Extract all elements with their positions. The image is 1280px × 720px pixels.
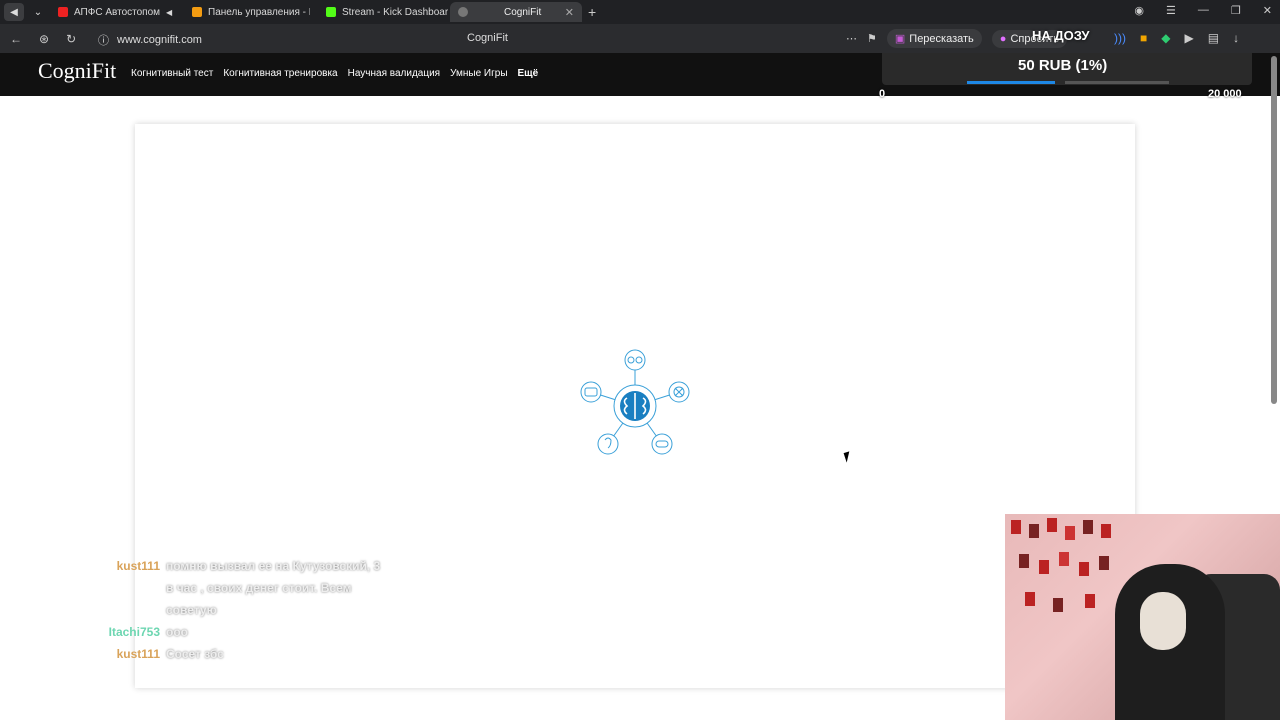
shield-extension-icon[interactable]: ◆	[1161, 31, 1170, 45]
site-info-icon[interactable]: ⓘ	[98, 32, 109, 48]
tab-title: CogniFit	[504, 6, 542, 18]
new-tab-icon[interactable]: +	[588, 4, 596, 20]
tab-apfs[interactable]: АПФС Автостопом ◀ ✕	[50, 2, 178, 22]
chat-text: помню вызвал ее на Кутузовский, 3 в час …	[166, 559, 381, 617]
chat-username: kust111	[116, 647, 160, 661]
donation-amount: 50 RUB (1%)	[1018, 57, 1108, 74]
nav-smart-games[interactable]: Умные Игры	[450, 68, 507, 79]
menu-icon[interactable]: ☰	[1166, 4, 1176, 17]
main-nav: Когнитивный тест Когнитивная тренировка …	[131, 68, 538, 79]
chat-username: Itachi753	[108, 625, 160, 639]
donation-progress-track	[1065, 81, 1169, 84]
chat-message: kust111 Сосет збс	[90, 643, 386, 665]
stream-chat-overlay: kust111 помню вызвал ее на Кутузовский, …	[90, 555, 386, 665]
brain-loader-icon	[580, 349, 690, 455]
tab-cognifit[interactable]: CogniFit ✕	[450, 2, 582, 22]
tab-donation-panel[interactable]: Панель управления - Don	[184, 2, 310, 22]
chat-message: Itachi753 ооо	[90, 621, 386, 643]
close-window-icon[interactable]: ✕	[1263, 4, 1272, 17]
tab-kick-dashboard[interactable]: Stream - Kick Dashboard	[318, 2, 448, 22]
chat-text: ооо	[166, 625, 188, 639]
back-icon[interactable]: ←	[10, 32, 22, 46]
youtube-icon	[58, 7, 68, 17]
webcam-overlay	[1005, 514, 1280, 720]
cognifit-icon	[458, 7, 468, 17]
alice-icon: ●	[999, 32, 1007, 45]
chat-message: kust111 помню вызвал ее на Кутузовский, …	[90, 555, 386, 621]
chat-username: kust111	[116, 559, 160, 573]
tab-title: Stream - Kick Dashboard	[342, 6, 448, 18]
mute-icon[interactable]: ◀	[166, 8, 172, 17]
close-tab-icon[interactable]: ✕	[565, 6, 574, 19]
extension-icon[interactable]: ■	[1140, 31, 1147, 45]
skull-mask	[1140, 592, 1186, 650]
reload-icon[interactable]: ↻	[66, 32, 76, 46]
url-field[interactable]: www.cognifit.com	[117, 34, 202, 46]
more-icon[interactable]: ⋯	[846, 32, 857, 45]
page-title: CogniFit	[467, 32, 508, 44]
profile-avatar-icon[interactable]: ◉	[1134, 4, 1144, 17]
donation-min: 0	[879, 88, 886, 100]
tab-title: АПФС Автостопом	[74, 6, 161, 18]
donation-title: НА ДОЗУ	[1032, 28, 1090, 43]
kick-icon	[326, 7, 336, 17]
nav-more[interactable]: Ещё	[518, 68, 539, 79]
page-scrollbar[interactable]	[1271, 56, 1277, 404]
cognifit-logo[interactable]: CogniFit	[38, 58, 116, 84]
nav-cognitive-training[interactable]: Когнитивная тренировка	[223, 68, 337, 79]
donation-progress-fill	[967, 81, 1055, 84]
donationalerts-icon	[192, 7, 202, 17]
retell-icon: ▣	[894, 33, 906, 45]
media-icon[interactable]: ▶	[1184, 31, 1193, 45]
alice-voice-icon[interactable]: )))	[1114, 31, 1126, 45]
bookmark-icon[interactable]: ⚑	[867, 32, 877, 45]
retell-button[interactable]: ▣ Пересказать	[886, 29, 982, 48]
restore-icon[interactable]: ❐	[1231, 4, 1241, 17]
collections-icon[interactable]: ▤	[1208, 31, 1219, 45]
browser-tab-bar: ◀ ⌄ АПФС Автостопом ◀ ✕ Панель управлени…	[0, 0, 1280, 24]
minimize-icon[interactable]: —	[1198, 4, 1209, 17]
retell-label: Пересказать	[909, 32, 974, 45]
tab-title: Панель управления - Don	[208, 6, 310, 18]
speaker-icon[interactable]: ◀	[4, 3, 24, 21]
nav-scientific-validation[interactable]: Научная валидация	[348, 68, 440, 79]
nav-cognitive-test[interactable]: Когнитивный тест	[131, 68, 213, 79]
protect-icon[interactable]: ⊛	[39, 32, 49, 46]
chat-text: Сосет збс	[166, 647, 224, 661]
donation-max: 20 000	[1208, 88, 1242, 100]
tabs-dropdown-icon[interactable]: ⌄	[28, 3, 48, 21]
download-icon[interactable]: ↓	[1233, 31, 1239, 45]
